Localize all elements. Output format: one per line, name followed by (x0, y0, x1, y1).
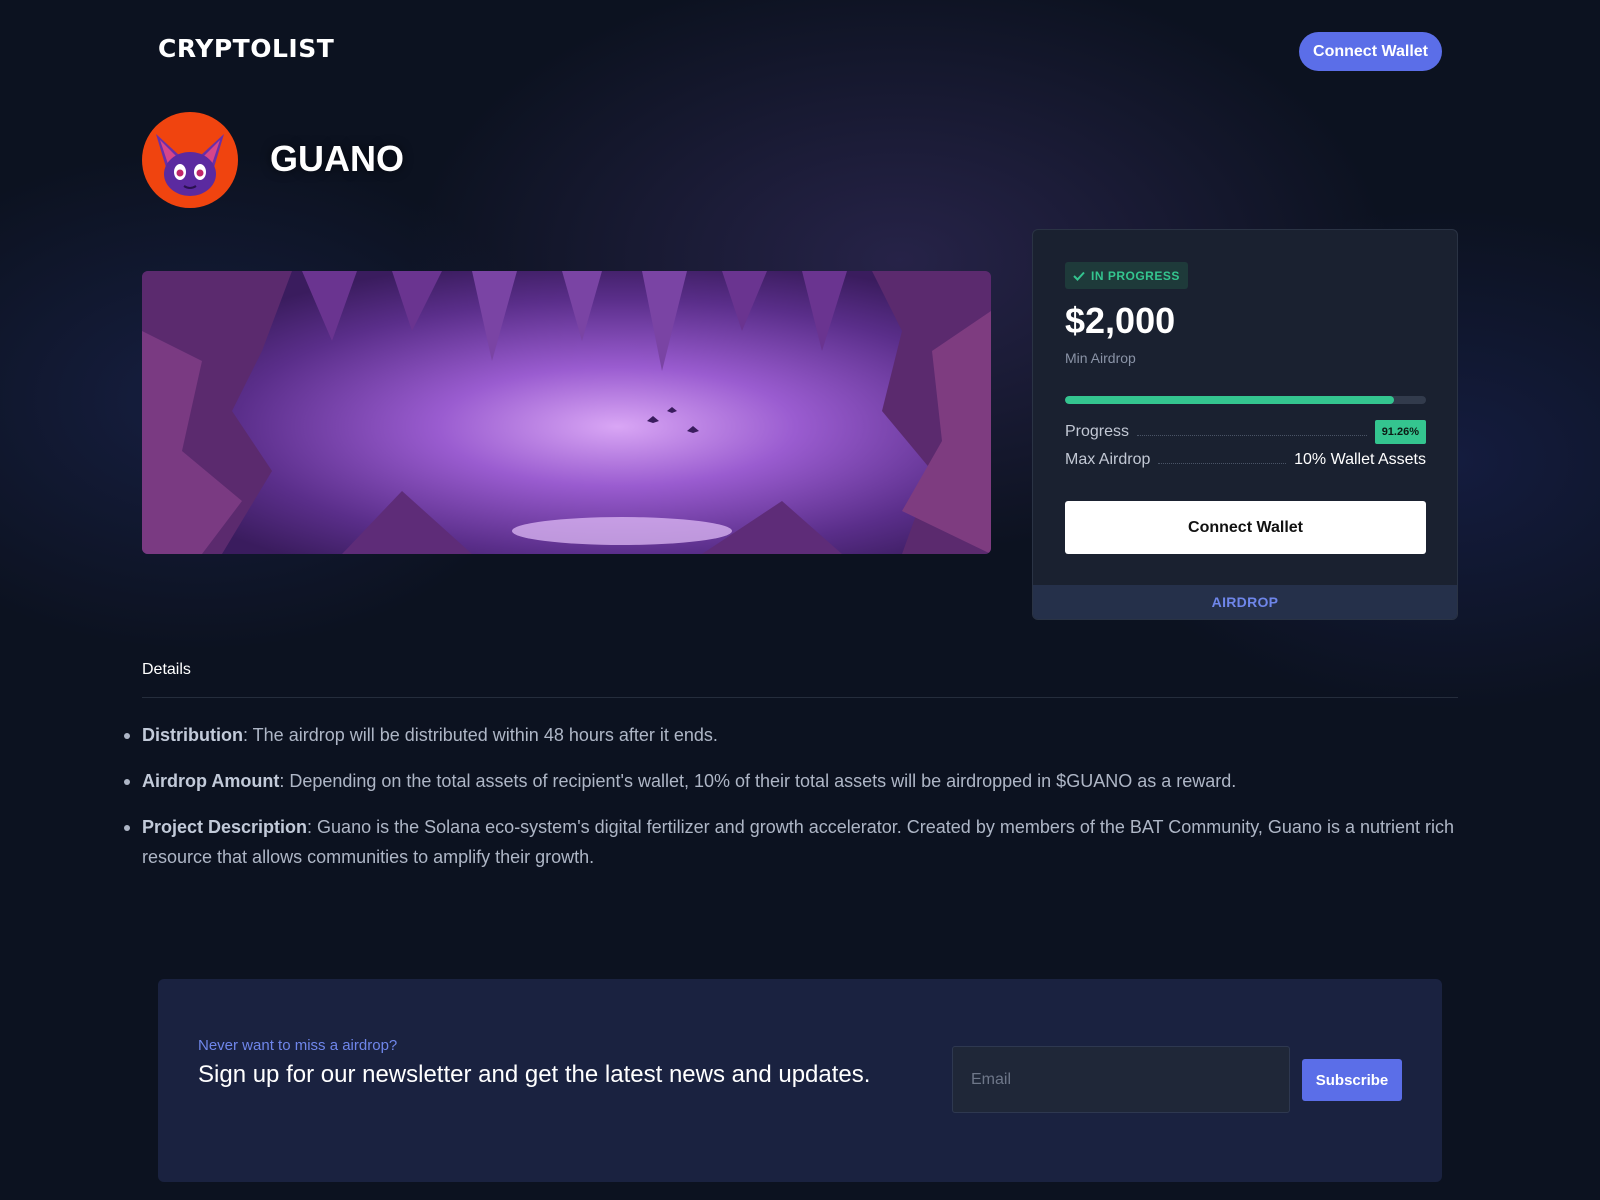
progress-percent-badge: 91.26% (1374, 420, 1426, 444)
min-airdrop-label: Min Airdrop (1065, 350, 1136, 366)
dotted-leader (1158, 462, 1287, 464)
max-airdrop-label: Max Airdrop (1065, 451, 1151, 468)
list-item-text: : Depending on the total assets of recip… (279, 771, 1237, 791)
min-airdrop-amount: $2,000 (1065, 300, 1176, 341)
status-badge: IN PROGRESS (1065, 262, 1188, 289)
progress-bar (1065, 396, 1426, 404)
project-title: GUANO (270, 138, 404, 179)
newsletter-title: Sign up for our newsletter and get the l… (198, 1061, 871, 1088)
list-item: Project Description: Guano is the Solana… (124, 812, 1458, 872)
max-airdrop-value: 10% Wallet Assets (1294, 451, 1426, 468)
progress-label: Progress (1065, 423, 1130, 440)
list-item: Airdrop Amount: Depending on the total a… (124, 766, 1458, 796)
max-airdrop-row: Max Airdrop 10% Wallet Assets (1065, 448, 1426, 472)
bat-mascot-icon (142, 112, 238, 208)
tab-details[interactable]: Details (142, 661, 191, 679)
subscribe-button[interactable]: Subscribe (1302, 1059, 1402, 1101)
list-item-title: Airdrop Amount (142, 771, 280, 791)
list-item-title: Distribution (142, 725, 243, 745)
details-divider (142, 697, 1458, 698)
card-footer-category[interactable]: AIRDROP (1033, 585, 1457, 619)
progress-row: Progress 91.26% (1065, 420, 1426, 444)
airdrop-card: IN PROGRESS $2,000 Min Airdrop Progress … (1032, 229, 1458, 620)
newsletter-kicker: Never want to miss a airdrop? (198, 1037, 398, 1054)
progress-bar-fill (1065, 396, 1395, 404)
header-connect-wallet-button[interactable]: Connect Wallet (1299, 32, 1442, 71)
status-label: IN PROGRESS (1091, 268, 1180, 283)
list-item-text: : The airdrop will be distributed within… (243, 725, 718, 745)
site-logo[interactable]: CRYPTOLIST (158, 34, 334, 63)
list-item-text: : Guano is the Solana eco-system's digit… (142, 817, 1455, 867)
check-icon (1073, 271, 1085, 281)
card-connect-wallet-button[interactable]: Connect Wallet (1065, 501, 1426, 554)
details-list: Distribution: The airdrop will be distri… (124, 720, 1458, 888)
email-field[interactable] (952, 1046, 1290, 1113)
newsletter-section: Never want to miss a airdrop? Sign up fo… (158, 979, 1442, 1182)
dotted-leader (1137, 434, 1367, 436)
list-item: Distribution: The airdrop will be distri… (124, 720, 1458, 750)
list-item-title: Project Description (142, 817, 308, 837)
project-banner-image (142, 271, 991, 554)
